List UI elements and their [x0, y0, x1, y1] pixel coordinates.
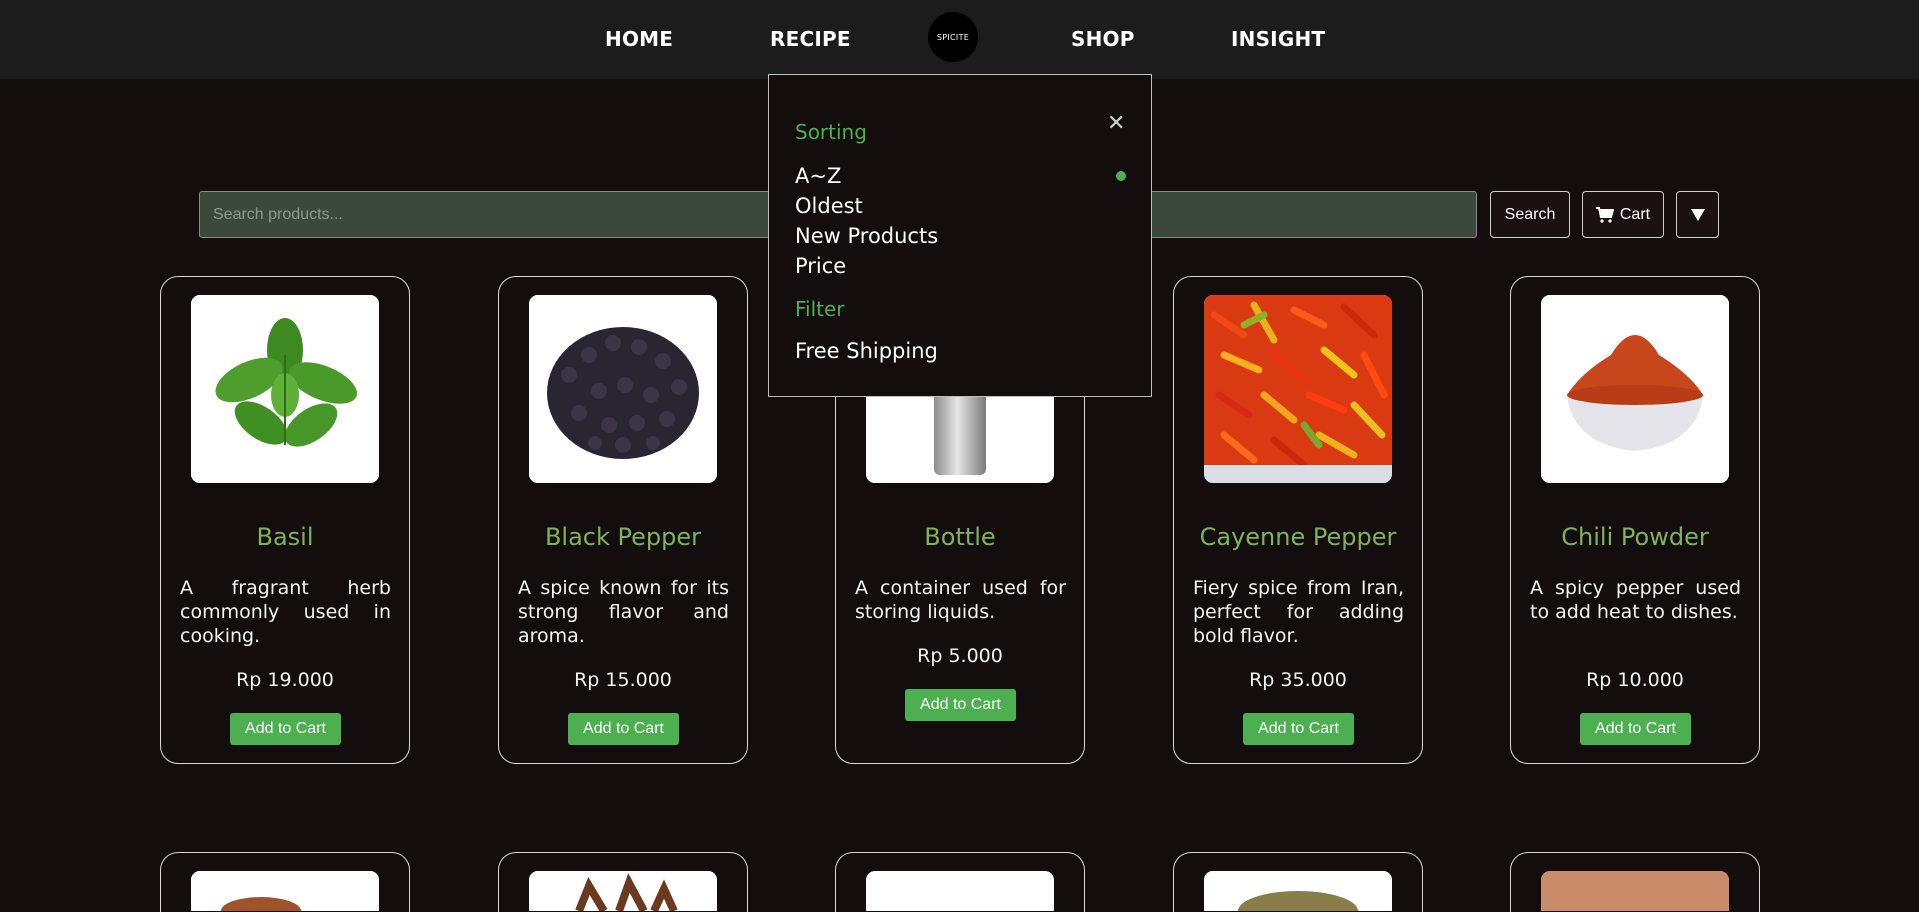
- product-image-black-pepper: [529, 295, 717, 483]
- product-price: Rp 15.000: [574, 669, 672, 691]
- product-description: A spice known for its strong flavor and …: [518, 577, 729, 647]
- product-image-cayenne-pepper: [1204, 295, 1392, 483]
- add-to-cart-button[interactable]: Add to Cart: [230, 713, 341, 745]
- filter-option-free-shipping[interactable]: Free Shipping: [795, 339, 938, 363]
- product-description: A fragrant herb commonly used in cooking…: [180, 577, 391, 647]
- product-name: Black Pepper: [544, 523, 702, 551]
- product-image: [1204, 871, 1392, 911]
- add-to-cart-button[interactable]: Add to Cart: [1580, 713, 1691, 745]
- product-price: Rp 35.000: [1249, 669, 1347, 691]
- product-card: [1510, 852, 1760, 912]
- site-logo[interactable]: SPICITE: [928, 12, 978, 62]
- sort-option-price[interactable]: Price: [795, 254, 846, 278]
- close-icon[interactable]: ✕: [1107, 111, 1125, 136]
- product-name: Bottle: [924, 523, 996, 551]
- nav-recipe-link[interactable]: RECIPE: [770, 27, 851, 51]
- nav-insight-link[interactable]: INSIGHT: [1231, 27, 1325, 51]
- product-image-basil: [191, 295, 379, 483]
- cart-button[interactable]: Cart: [1582, 191, 1664, 238]
- product-description: A container used for storing liquids.: [855, 577, 1066, 623]
- product-price: Rp 5.000: [917, 645, 1003, 667]
- product-name: Basil: [256, 523, 314, 551]
- filter-heading: Filter: [795, 297, 845, 321]
- add-to-cart-button[interactable]: Add to Cart: [1243, 713, 1354, 745]
- product-card-basil: Basil A fragrant herb commonly used in c…: [160, 276, 410, 764]
- product-name: Cayenne Pepper: [1199, 523, 1397, 551]
- sort-filter-dropdown: Sorting ✕ A~Z Oldest New Products Price …: [768, 74, 1152, 397]
- product-price: Rp 19.000: [236, 669, 334, 691]
- product-image: [866, 871, 1054, 911]
- nav-shop-link[interactable]: SHOP: [1071, 27, 1135, 51]
- sort-option-a-z[interactable]: A~Z: [795, 164, 841, 188]
- product-card: [498, 852, 748, 912]
- product-description: Fiery spice from Iran, perfect for addin…: [1193, 577, 1404, 647]
- search-button[interactable]: Search: [1490, 191, 1570, 238]
- product-card-cayenne-pepper: Cayenne Pepper Fiery spice from Iran, pe…: [1173, 276, 1423, 764]
- sort-option-oldest[interactable]: Oldest: [795, 194, 863, 218]
- add-to-cart-button[interactable]: Add to Cart: [568, 713, 679, 745]
- product-card-black-pepper: Black Pepper A spice known for its stron…: [498, 276, 748, 764]
- filter-toggle-button[interactable]: [1676, 191, 1719, 238]
- product-card-chili-powder: Chili Powder A spicy pepper used to add …: [1510, 276, 1760, 764]
- product-description: A spicy pepper used to add heat to dishe…: [1530, 577, 1741, 623]
- add-to-cart-button[interactable]: Add to Cart: [905, 689, 1016, 721]
- cart-button-label: Cart: [1619, 205, 1651, 223]
- sorting-heading: Sorting: [795, 120, 867, 144]
- product-card: [835, 852, 1085, 912]
- product-image: [191, 871, 379, 911]
- product-card: [1173, 852, 1423, 912]
- sort-option-new-products[interactable]: New Products: [795, 224, 938, 248]
- product-image-chili-powder: [1541, 295, 1729, 483]
- selected-indicator-dot: [1116, 171, 1126, 181]
- top-navbar: HOME RECIPE SPICITE SHOP INSIGHT: [0, 0, 1919, 79]
- product-price: Rp 10.000: [1586, 669, 1684, 691]
- triangle-down-icon: [1690, 208, 1705, 221]
- nav-home-link[interactable]: HOME: [605, 27, 673, 51]
- cart-icon: [1595, 206, 1614, 223]
- product-image: [529, 871, 717, 911]
- product-image: [1541, 871, 1729, 911]
- product-card: [160, 852, 410, 912]
- product-name: Chili Powder: [1561, 523, 1709, 551]
